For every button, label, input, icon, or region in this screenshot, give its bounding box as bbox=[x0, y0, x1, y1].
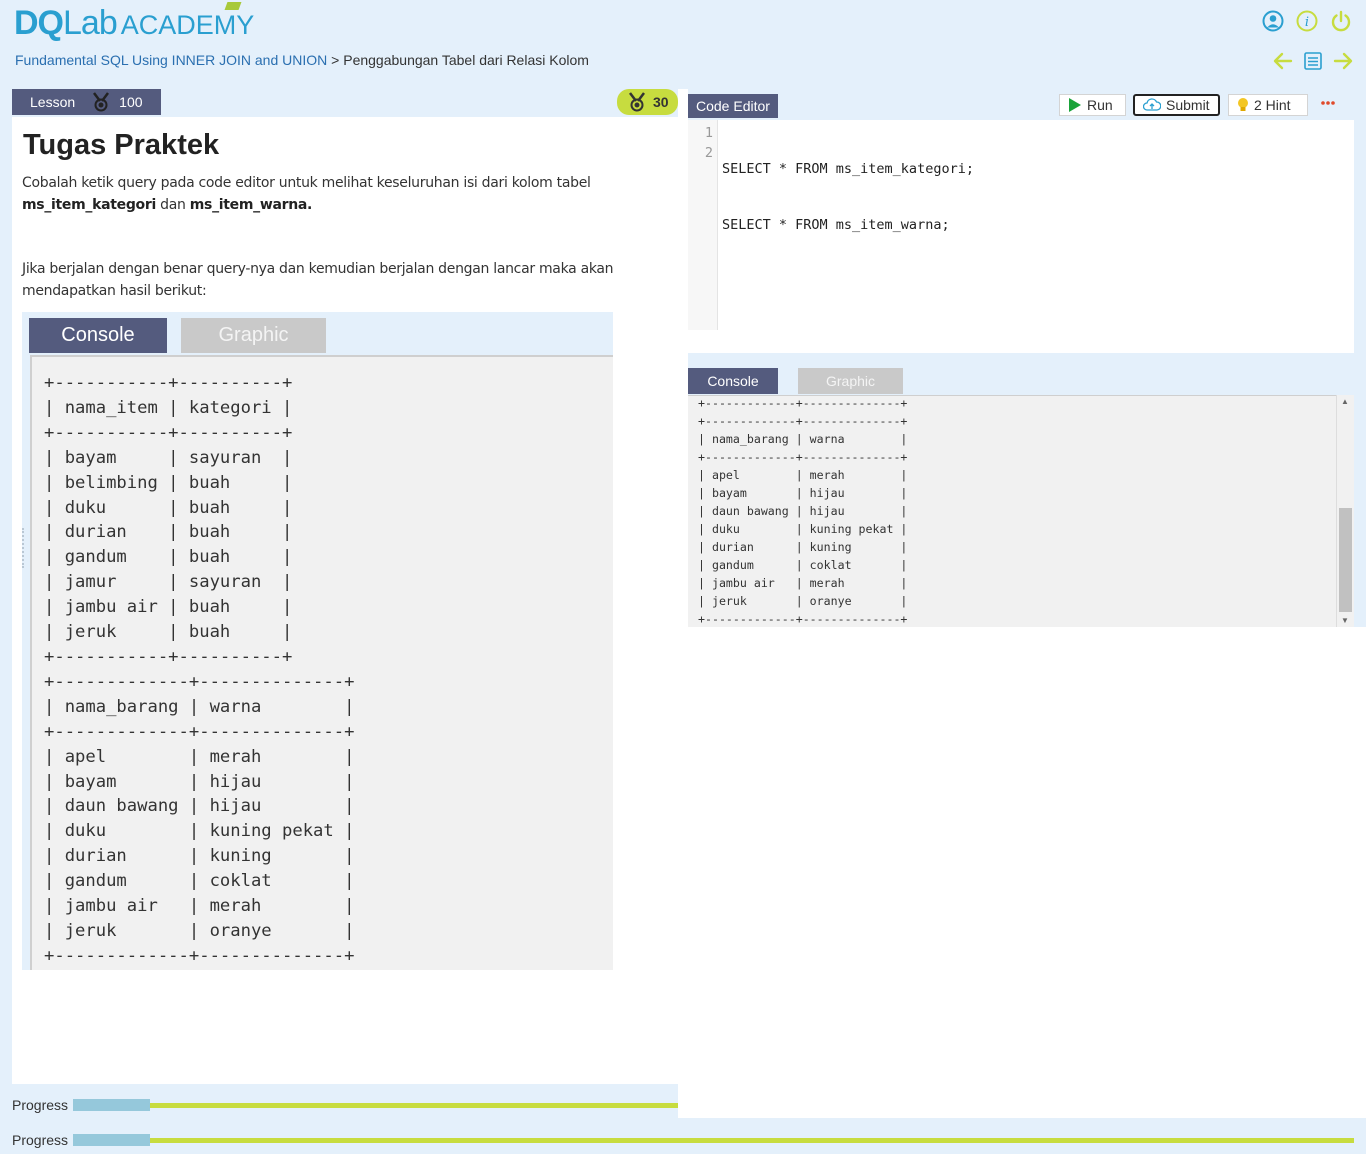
lesson-score: 100 bbox=[119, 94, 143, 110]
line-number: 2 bbox=[704, 145, 713, 161]
progress-bar-upper: Progress bbox=[12, 1097, 678, 1113]
breadcrumb-separator: > bbox=[331, 52, 340, 68]
example-console: +-----------+----------+ | nama_item | k… bbox=[30, 355, 613, 970]
progress-remaining bbox=[150, 1102, 678, 1108]
info-icon[interactable]: i bbox=[1296, 10, 1318, 32]
progress-remaining bbox=[150, 1137, 1354, 1143]
code-line[interactable]: SELECT * FROM ms_item_kategori; bbox=[722, 159, 974, 179]
points-badge: 30 bbox=[617, 89, 678, 115]
scroll-down-icon[interactable]: ▼ bbox=[1341, 616, 1349, 625]
line-number-gutter: 1 2 bbox=[688, 120, 718, 330]
lightbulb-icon bbox=[1238, 98, 1248, 111]
scroll-up-icon[interactable]: ▲ bbox=[1341, 397, 1349, 406]
panel-gap bbox=[678, 89, 688, 627]
lesson-panel: Tugas Praktek Cobalah ketik query pada c… bbox=[12, 117, 678, 1084]
progress-bar-lower: Progress bbox=[12, 1132, 1354, 1148]
lesson-title: Tugas Praktek bbox=[23, 129, 220, 161]
code-content[interactable]: SELECT * FROM ms_item_kategori; SELECT *… bbox=[722, 123, 974, 271]
run-label: Run bbox=[1087, 97, 1113, 113]
arrow-left-icon[interactable] bbox=[1272, 50, 1294, 72]
example-console-text: +-----------+----------+ | nama_item | k… bbox=[44, 373, 355, 966]
progress-label: Progress bbox=[12, 1132, 69, 1148]
hint-button[interactable]: 2 Hint bbox=[1228, 94, 1308, 116]
cloud-upload-icon bbox=[1143, 98, 1161, 111]
output-scrollbar[interactable]: ▲ ▼ bbox=[1336, 395, 1354, 627]
lesson-instruction: Cobalah ketik query pada code editor unt… bbox=[22, 172, 622, 216]
example-output-box: Console Graphic +-----------+----------+… bbox=[22, 312, 613, 970]
progress-completed bbox=[73, 1134, 150, 1146]
logo-lab: Lab bbox=[63, 4, 118, 42]
example-tab-graphic[interactable]: Graphic bbox=[181, 318, 326, 353]
line-number: 1 bbox=[704, 125, 713, 141]
progress-completed bbox=[73, 1099, 150, 1111]
code-editor[interactable]: 1 2 SELECT * FROM ms_item_kategori; SELE… bbox=[688, 120, 1354, 353]
output-console-text: +-------------+--------------+ +--------… bbox=[698, 396, 908, 626]
right-panel-blank bbox=[678, 627, 1366, 1118]
breadcrumb-course-link[interactable]: Fundamental SQL Using INNER JOIN and UNI… bbox=[15, 52, 327, 68]
more-options-icon[interactable] bbox=[1320, 98, 1336, 108]
top-icons: i bbox=[1262, 10, 1352, 32]
panel-resize-handle[interactable] bbox=[22, 528, 26, 568]
logo-dq: DQ bbox=[14, 4, 64, 42]
output-tab-graphic[interactable]: Graphic bbox=[798, 368, 903, 394]
table-name-kategori: ms_item_kategori bbox=[22, 197, 156, 213]
points-value: 30 bbox=[653, 94, 669, 110]
power-icon[interactable] bbox=[1330, 10, 1352, 32]
lesson-expected-text: Jika berjalan dengan benar query-nya dan… bbox=[22, 261, 614, 299]
output-tab-console[interactable]: Console bbox=[688, 368, 778, 394]
medal-icon bbox=[93, 92, 110, 112]
play-icon bbox=[1069, 98, 1081, 112]
svg-text:i: i bbox=[1305, 15, 1309, 30]
lesson-tab-label: Lesson bbox=[30, 94, 76, 110]
medal-icon bbox=[629, 92, 645, 112]
run-button[interactable]: Run bbox=[1059, 94, 1126, 116]
code-editor-tab[interactable]: Code Editor bbox=[688, 94, 778, 118]
instruction-and: dan bbox=[160, 197, 186, 213]
scrollbar-thumb[interactable] bbox=[1339, 508, 1352, 612]
arrow-right-icon[interactable] bbox=[1332, 50, 1354, 72]
progress-label: Progress bbox=[12, 1097, 69, 1113]
code-line[interactable]: SELECT * FROM ms_item_warna; bbox=[722, 215, 974, 235]
graduation-cap-icon bbox=[224, 2, 242, 10]
lesson-navigation bbox=[1272, 50, 1354, 72]
list-icon[interactable] bbox=[1302, 50, 1324, 72]
submit-label: Submit bbox=[1166, 97, 1210, 113]
dqlab-logo[interactable]: DQ Lab ACADEMY bbox=[14, 2, 255, 42]
output-console: +-------------+--------------+ +--------… bbox=[688, 395, 1354, 627]
breadcrumb: Fundamental SQL Using INNER JOIN and UNI… bbox=[15, 52, 589, 68]
table-name-warna: ms_item_warna. bbox=[189, 197, 313, 213]
user-profile-icon[interactable] bbox=[1262, 10, 1284, 32]
submit-button[interactable]: Submit bbox=[1133, 94, 1220, 116]
logo-academy: ACADEMY bbox=[120, 10, 255, 40]
example-tab-console[interactable]: Console bbox=[29, 318, 167, 353]
lesson-tab[interactable]: Lesson 100 bbox=[12, 89, 161, 115]
instruction-text: Cobalah ketik query pada code editor unt… bbox=[22, 175, 591, 191]
hint-label: 2 Hint bbox=[1254, 97, 1291, 113]
breadcrumb-current: Penggabungan Tabel dari Relasi Kolom bbox=[343, 52, 589, 68]
